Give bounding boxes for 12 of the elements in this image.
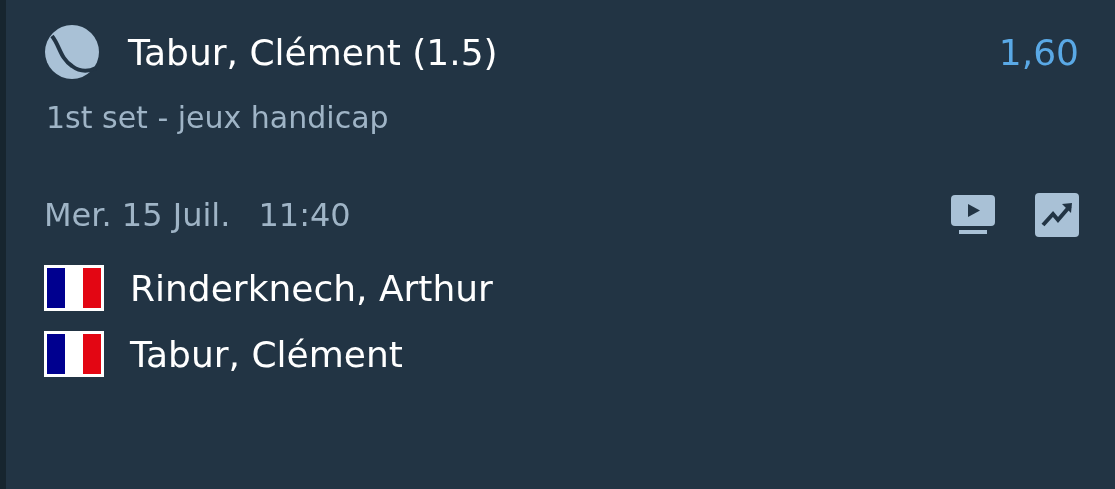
odds-button[interactable]: 1,60 [998, 31, 1079, 73]
tennis-ball-icon [44, 24, 100, 80]
player-name: Tabur, Clément [130, 333, 403, 375]
event-time: 11:40 [258, 196, 352, 234]
flag-icon [44, 331, 104, 377]
flag-icon [44, 265, 104, 311]
live-stream-icon[interactable] [951, 195, 995, 235]
stats-icon[interactable] [1035, 193, 1079, 237]
event-date: Mer. 15 Juil. [44, 196, 231, 234]
market-name: 1st set - jeux handicap [46, 100, 390, 135]
selection-name: Tabur, Clément (1.5) [128, 31, 499, 73]
player-name: Rinderknech, Arthur [130, 267, 493, 309]
